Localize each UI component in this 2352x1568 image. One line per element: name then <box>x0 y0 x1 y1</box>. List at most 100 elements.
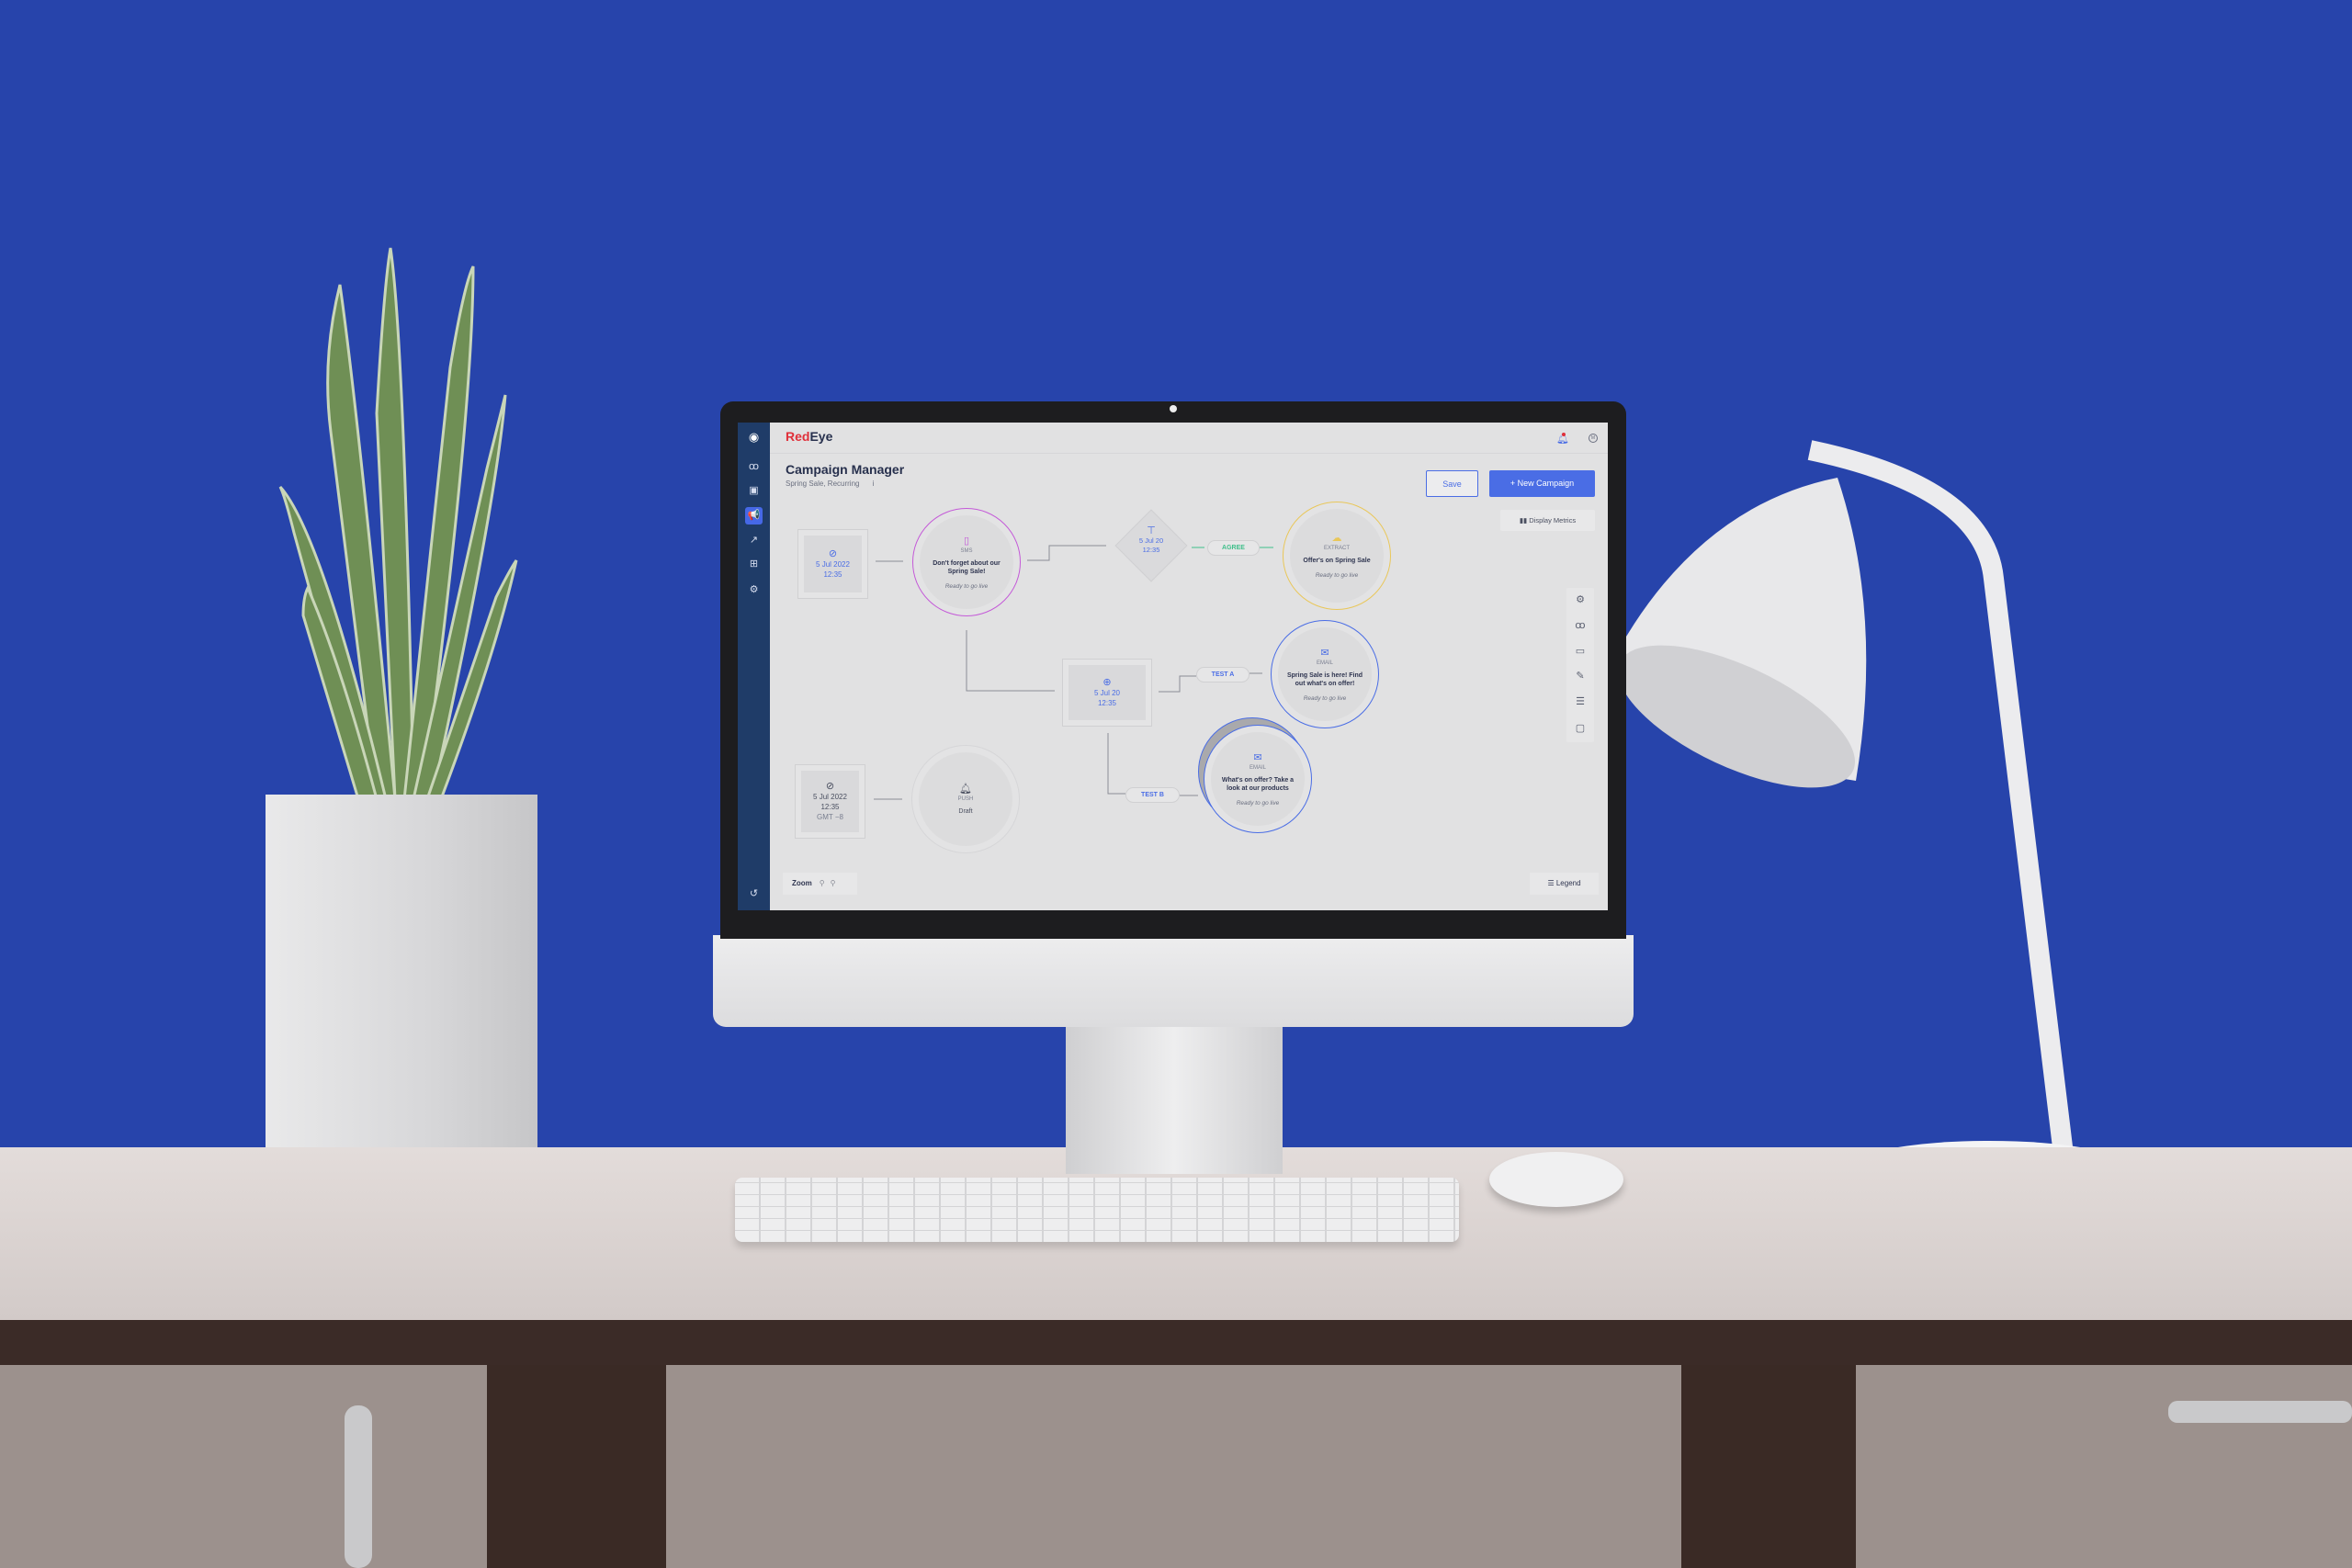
camera <box>1170 405 1177 412</box>
node-message: Draft <box>958 807 973 815</box>
node-status: Ready to go live <box>944 582 989 590</box>
templates-icon[interactable]: ▣ <box>745 482 763 500</box>
hierarchy-icon: ⊤ <box>1147 525 1156 536</box>
node-timezone: GMT −8 <box>817 813 843 821</box>
connector <box>966 630 1055 692</box>
node-type: EMAIL <box>1249 764 1266 771</box>
add-circle-icon: ⊕ <box>1102 677 1112 688</box>
list-doc-icon[interactable]: ☰ <box>1571 695 1589 707</box>
eye-logo-icon[interactable]: ◉ <box>745 428 763 446</box>
save-button[interactable]: Save <box>1426 470 1478 497</box>
drawer-handle <box>345 1405 372 1568</box>
zoom-out-icon[interactable]: ⚲ <box>820 879 825 887</box>
file-icon[interactable]: ▢ <box>1571 722 1589 734</box>
zoom-in-icon[interactable]: ⚲ <box>831 879 836 887</box>
email-node-2[interactable]: ✉ EMAIL What's on offer? Take a look at … <box>1204 725 1312 833</box>
node-status: Ready to go live <box>1303 694 1347 702</box>
node-date: 5 Jul 20 <box>1093 689 1121 697</box>
html-icon[interactable]: ▭ <box>1571 645 1589 657</box>
notification-dot <box>1562 433 1566 436</box>
node-time: 12:35 <box>820 803 840 811</box>
subtitle-text: Spring Sale, Recurring <box>786 479 860 488</box>
display-metrics-label: Display Metrics <box>1529 516 1577 525</box>
zoom-control: Zoom ⚲ ⚲ <box>783 873 857 895</box>
connector <box>1027 545 1106 561</box>
email-node-1[interactable]: ✉ EMAIL Spring Sale is here! Find out wh… <box>1271 620 1379 728</box>
desk-lamp <box>1617 440 2127 1224</box>
plant <box>278 247 518 801</box>
desk-leg <box>1681 1365 1856 1568</box>
node-time: 12:35 <box>1097 699 1117 707</box>
ab-test-node[interactable]: ⊕ 5 Jul 20 12:35 <box>1062 659 1152 727</box>
connector <box>1107 733 1125 795</box>
cloud-upload-icon: ☁ <box>1331 533 1342 544</box>
node-date: 5 Jul 2022 <box>813 793 847 801</box>
schedule-audience-icon: ⊘ <box>825 781 835 792</box>
gear-icon[interactable]: ⚙ <box>1571 593 1589 605</box>
history-icon[interactable]: ↺ <box>745 886 763 903</box>
node-status: Ready to go live <box>1315 572 1359 579</box>
node-type: PUSH <box>957 795 974 802</box>
mouse <box>1489 1152 1623 1207</box>
node-message: Offer's on Spring Sale <box>1303 558 1371 564</box>
push-node[interactable]: 🔔︎ PUSH Draft <box>911 745 1020 853</box>
list-icon: ☰ <box>1547 879 1556 887</box>
zoom-label: Zoom <box>792 879 812 887</box>
desk-leg <box>487 1365 666 1568</box>
node-date: 5 Jul 2022 <box>816 560 850 569</box>
monitor-chin <box>713 935 1634 1027</box>
node-date: 5 Jul 20 <box>1138 536 1164 545</box>
legend-label: Legend <box>1555 879 1581 887</box>
node-message: What's on offer? Take a look at our prod… <box>1221 776 1295 792</box>
schedule-audience-icon: ⊘ <box>828 548 838 559</box>
page-subtitle: Spring Sale, Recurring i <box>786 479 874 488</box>
people-icon[interactable]: ꝏ <box>1571 619 1589 631</box>
test-a-label[interactable]: TEST A <box>1196 667 1250 682</box>
keyboard <box>735 1178 1459 1242</box>
avatar[interactable]: M <box>1589 434 1598 443</box>
sms-phone-icon: ▯ <box>963 535 970 547</box>
node-message: Spring Sale is here! Find out what's on … <box>1286 671 1363 687</box>
analytics-icon[interactable]: ↗ <box>745 532 763 549</box>
app-screen: ◉ ꝏ ▣ 📢 ↗ ⊞ ⚙ ↺ RedEye 🔔︎ M Campaign Man… <box>738 423 1608 910</box>
audiences-icon[interactable]: ꝏ <box>745 458 763 476</box>
email-icon: ✉ <box>1320 647 1329 659</box>
tools-panel <box>1566 588 1594 742</box>
monitor-stand <box>1066 1027 1283 1174</box>
trigger-node-1[interactable]: ⊘ 5 Jul 2022 12:35 <box>797 529 868 599</box>
connector <box>1159 675 1196 693</box>
node-message: Don't forget about our Spring Sale! <box>933 559 1001 575</box>
legend-button[interactable]: ☰ Legend <box>1530 873 1599 895</box>
node-time: 12:35 <box>823 570 842 579</box>
sidebar: ◉ ꝏ ▣ 📢 ↗ ⊞ ⚙ ↺ <box>738 423 770 910</box>
new-campaign-button[interactable]: + New Campaign <box>1489 470 1595 497</box>
node-type: SMS <box>960 547 973 554</box>
edit-doc-icon[interactable]: ✎ <box>1571 670 1589 682</box>
node-type: EMAIL <box>1316 660 1333 666</box>
settings-icon[interactable]: ⚙ <box>745 581 763 599</box>
extract-node[interactable]: ☁ EXTRACT Offer's on Spring Sale Ready t… <box>1283 502 1391 610</box>
display-metrics-button[interactable]: ▮▮ Display Metrics <box>1500 510 1595 531</box>
trigger-node-2[interactable]: ⊘ 5 Jul 2022 12:35 GMT −8 <box>795 764 865 839</box>
notification-bell-icon[interactable]: 🔔︎ <box>1556 433 1569 445</box>
node-time: 12:35 <box>1142 546 1160 554</box>
split-node-text: ⊤ 5 Jul 20 12:35 <box>1124 525 1179 555</box>
desk-edge <box>0 1320 2352 1366</box>
node-status: Ready to go live <box>1236 799 1280 807</box>
brand-logo: RedEye <box>786 429 832 444</box>
info-icon[interactable]: i <box>872 479 874 488</box>
email-icon: ✉ <box>1253 751 1262 763</box>
bar-chart-icon: ▮▮ <box>1519 516 1530 525</box>
brand-dark: Eye <box>809 429 833 444</box>
integrations-icon[interactable]: ⊞ <box>745 556 763 573</box>
plus-icon: + <box>1510 479 1516 488</box>
campaigns-icon[interactable]: 📢 <box>745 507 763 525</box>
drawer-handle <box>2168 1401 2352 1423</box>
sms-node[interactable]: ▯ SMS Don't forget about our Spring Sale… <box>912 508 1021 616</box>
agree-label[interactable]: AGREE <box>1207 540 1260 556</box>
node-type: EXTRACT <box>1323 546 1350 551</box>
page-title: Campaign Manager <box>786 462 905 477</box>
test-b-label[interactable]: TEST B <box>1125 787 1180 803</box>
brand-red: Red <box>786 429 810 444</box>
new-campaign-label: New Campaign <box>1517 479 1575 488</box>
